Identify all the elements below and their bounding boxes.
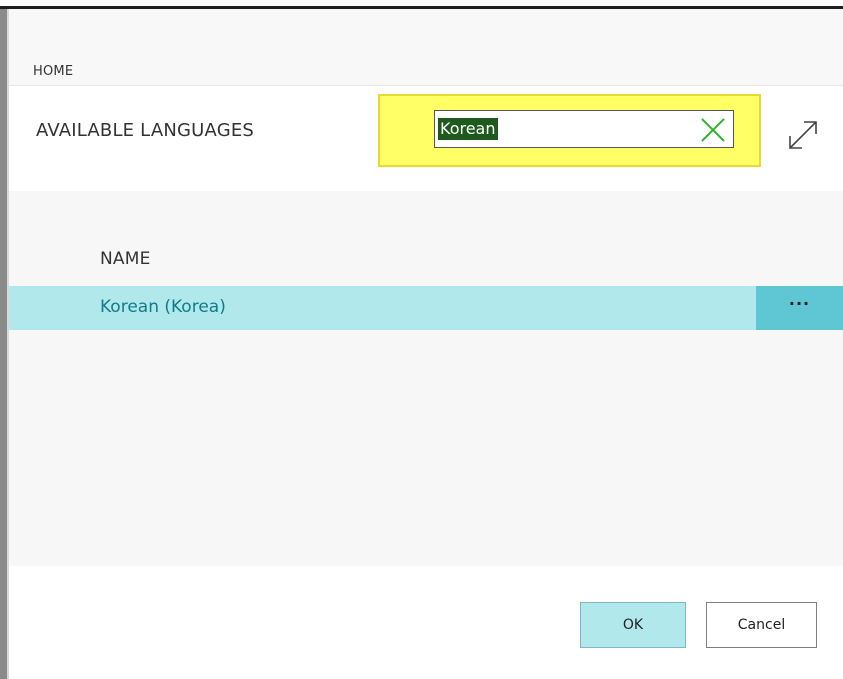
window-top-border: [0, 0, 843, 9]
search-input[interactable]: Korean: [438, 118, 498, 140]
close-icon[interactable]: [699, 116, 727, 144]
row-name-link[interactable]: Korean (Korea): [100, 297, 226, 317]
language-list: NAME Korean (Korea) ···: [9, 191, 843, 566]
ribbon: HOME: [9, 9, 843, 86]
table-row[interactable]: Korean (Korea) ···: [9, 286, 843, 330]
ribbon-tab-home[interactable]: HOME: [33, 64, 73, 79]
expand-icon-svg: [789, 121, 817, 149]
search-highlight: Korean: [378, 94, 761, 167]
page-title: AVAILABLE LANGUAGES: [36, 120, 255, 141]
cancel-button[interactable]: Cancel: [706, 602, 817, 648]
row-actions-button[interactable]: ···: [756, 286, 843, 330]
dialog-footer: OK Cancel: [9, 566, 843, 679]
more-options-icon: ···: [788, 294, 811, 313]
ok-button[interactable]: OK: [580, 602, 686, 648]
column-header-name[interactable]: NAME: [100, 249, 151, 269]
expand-icon[interactable]: [784, 116, 822, 154]
close-icon-svg: [701, 118, 725, 142]
window-left-border: [0, 9, 7, 679]
search-box[interactable]: Korean: [434, 110, 734, 148]
